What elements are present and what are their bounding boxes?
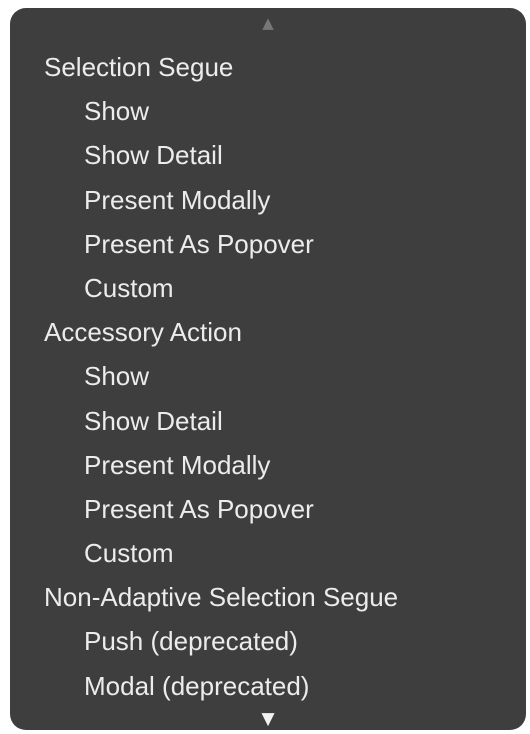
menu-item-accessory-custom[interactable]: Custom [10,531,526,575]
section-header-accessory-action: Accessory Action [44,317,242,348]
scroll-down-arrow-icon[interactable]: ▼ [10,711,526,728]
menu-item-accessory-show-detail[interactable]: Show Detail [10,399,526,443]
menu-item-accessory-present-modally[interactable]: Present Modally [10,443,526,487]
segue-popup-menu: ▲ Selection Segue Show Show Detail Prese… [10,8,526,730]
menu-item-accessory-show[interactable]: Show [10,354,526,398]
menu-item-modal-deprecated[interactable]: Modal (deprecated) [10,664,526,708]
menu-item-present-modally[interactable]: Present Modally [10,178,526,222]
menu-item-accessory-present-as-popover[interactable]: Present As Popover [10,487,526,531]
menu-items-list: Selection Segue Show Show Detail Present… [10,45,526,708]
menu-item-push-deprecated[interactable]: Push (deprecated) [10,619,526,663]
menu-item-show-detail[interactable]: Show Detail [10,133,526,177]
scroll-up-arrow-icon[interactable]: ▲ [10,16,526,31]
menu-item-present-as-popover[interactable]: Present As Popover [10,222,526,266]
section-header-non-adaptive-selection-segue: Non-Adaptive Selection Segue [44,582,399,613]
section-header-selection-segue: Selection Segue [44,52,234,82]
menu-item-custom[interactable]: Custom [10,266,526,310]
menu-item-show[interactable]: Show [10,89,526,133]
